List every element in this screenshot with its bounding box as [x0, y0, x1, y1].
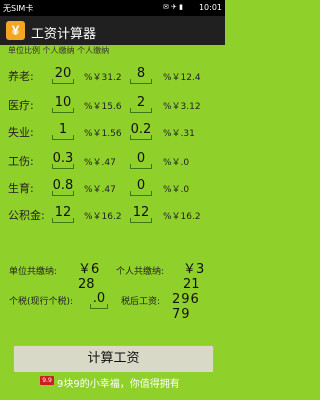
tax-label: 个税(现行个税): — [9, 297, 74, 307]
row-label: 生育: — [8, 182, 34, 195]
personal-total-label: 个人共缴纳: — [116, 267, 165, 277]
unit-rate-field[interactable]: 12 — [52, 204, 74, 223]
unit-amount: %￥.47 — [84, 185, 116, 195]
carrier-text: 无SIM卡 — [3, 4, 34, 13]
personal-rate-field[interactable]: 0 — [130, 177, 152, 196]
header-row-cut: 单位比例 个人缴纳 个人缴纳 — [8, 46, 110, 55]
row-label: 公积金: — [8, 209, 45, 222]
unit-rate-field[interactable]: 20 — [52, 65, 74, 84]
ad-text: 9块9的小幸福，你值得拥有 — [57, 379, 180, 390]
unit-rate-field[interactable]: 10 — [52, 94, 74, 113]
unit-total-label: 单位共缴纳: — [9, 267, 58, 277]
unit-rate-field[interactable]: 0.8 — [52, 177, 74, 196]
calculate-salary-button[interactable]: 计算工资 — [13, 345, 214, 373]
personal-amount: %￥.0 — [163, 185, 190, 195]
personal-amount: %￥.31 — [163, 129, 195, 139]
unit-rate-field[interactable]: 1 — [52, 121, 74, 140]
unit-amount: %￥31.2 — [84, 73, 122, 83]
personal-amount: %￥.0 — [163, 158, 190, 168]
personal-total-value: ￥321 — [183, 262, 205, 292]
unit-total-value: ￥628 — [78, 262, 100, 292]
app-title: 工资计算器 — [31, 27, 97, 42]
personal-rate-field[interactable]: 2 — [130, 94, 152, 113]
app-bar: ¥ 工资计算器 — [0, 16, 225, 45]
unit-amount: %￥15.6 — [84, 102, 122, 112]
ad-banner[interactable]: 9.9 9块9的小幸福，你值得拥有 — [0, 372, 225, 400]
app-yen-icon: ¥ — [6, 21, 25, 40]
row-label: 养老: — [8, 70, 34, 83]
row-label: 失业: — [8, 126, 34, 139]
ad-badge-icon: 9.9 — [40, 376, 54, 385]
unit-rate-field[interactable]: 0.3 — [52, 150, 74, 169]
tax-value-field[interactable]: .0 — [90, 290, 108, 309]
personal-amount: %￥12.4 — [163, 73, 201, 83]
after-tax-label: 税后工资: — [121, 297, 161, 307]
row-label: 医疗: — [8, 99, 34, 112]
unit-amount: %￥16.2 — [84, 212, 122, 222]
personal-amount: %￥16.2 — [163, 212, 201, 222]
personal-rate-field[interactable]: 12 — [130, 204, 152, 223]
personal-rate-field[interactable]: 0.2 — [130, 121, 152, 140]
unit-amount: %￥1.56 — [84, 129, 122, 139]
row-label: 工伤: — [8, 155, 34, 168]
personal-rate-field[interactable]: 8 — [130, 65, 152, 84]
after-tax-value: 29679 — [172, 292, 200, 322]
unit-amount: %￥.47 — [84, 158, 116, 168]
status-icons: ✉ ✈ ▮ — [162, 3, 183, 11]
personal-rate-field[interactable]: 0 — [130, 150, 152, 169]
clock: 10:01 — [198, 3, 222, 12]
status-bar: 无SIM卡 ✉ ✈ ▮ 10:01 — [0, 0, 225, 16]
personal-amount: %￥3.12 — [163, 102, 201, 112]
